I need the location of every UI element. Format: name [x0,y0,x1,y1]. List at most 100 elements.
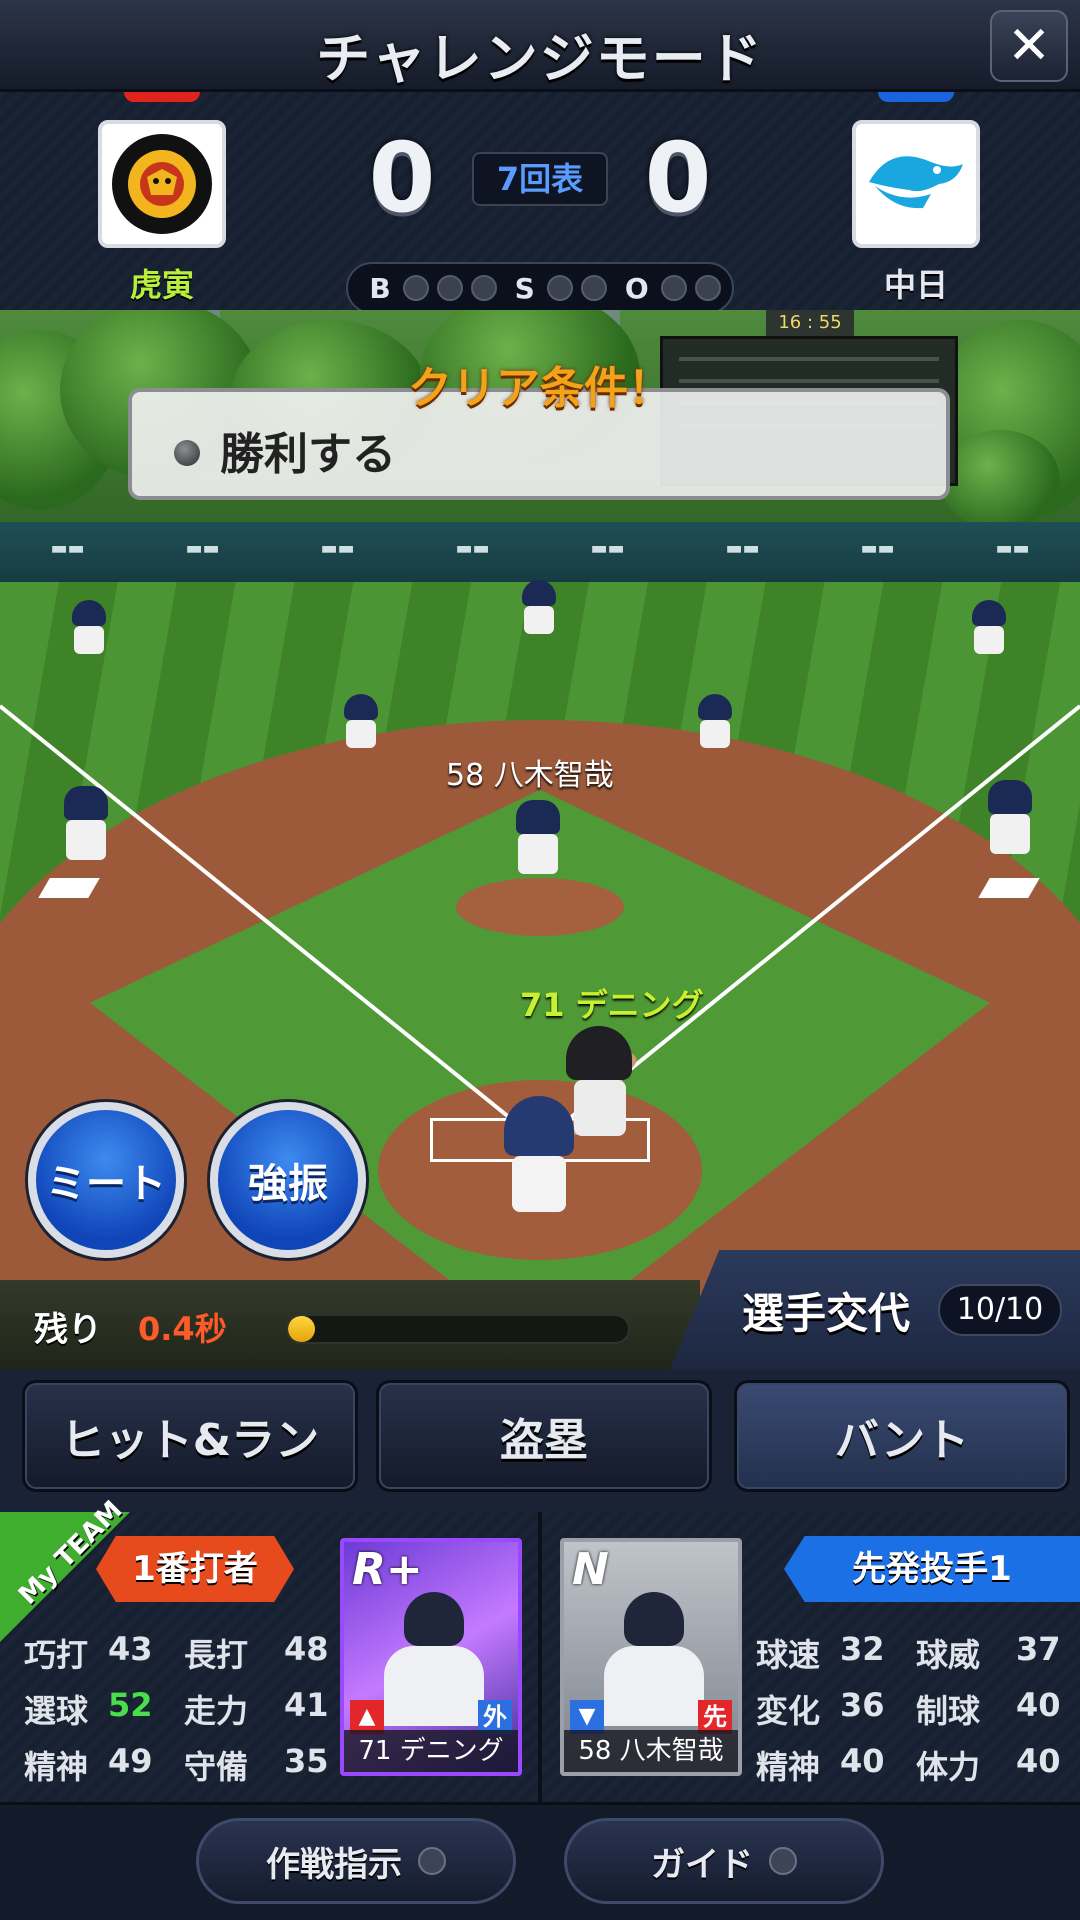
stat-label: 精神 [756,1748,821,1786]
strategy-indicator-icon [418,1847,446,1875]
position-badge: 先 [698,1700,732,1734]
page-title: チャレンジモード [316,27,764,90]
home-team-name: 虎寅 [129,266,194,304]
header-bar: チャレンジモード ✕ [0,0,1080,92]
time-remaining-value: 0.4秒 [138,1310,227,1348]
card-rarity: N [572,1544,609,1595]
close-button[interactable]: ✕ [990,10,1068,82]
stat-value: 37 [1016,1630,1061,1668]
pitcher-portrait [604,1592,704,1726]
home-team-accent [124,92,200,102]
card-rarity: R+ [352,1544,423,1595]
power-swing-button[interactable]: 強振 [210,1102,366,1258]
fielder-left [66,600,112,658]
outs-label: O [624,271,649,305]
stat-label: 体力 [916,1748,981,1786]
meet-swing-button[interactable]: ミート [28,1102,184,1258]
batter-stats: 巧打 43 長打 48 選球 52 走力 41 精神 49 守備 35 [24,1630,348,1788]
away-team-name: 中日 [883,266,948,304]
time-progress-fill [288,1316,316,1342]
stat-value: 41 [284,1686,329,1724]
strikes-label: S [514,271,535,305]
stat-value-highlight: 52 [108,1686,153,1724]
stat-label: 制球 [916,1692,981,1730]
stat-value: 35 [284,1742,329,1780]
stat-label: 走力 [184,1692,249,1730]
home-score: 0 [368,122,436,234]
pitcher-stats: 球速 32 球威 37 変化 36 制球 40 精神 40 体力 40 [756,1630,1080,1788]
close-icon: ✕ [1007,16,1051,76]
ball-light [436,275,463,301]
strategy-label: 作戦指示 [266,1844,402,1885]
stat-label: 守備 [184,1748,249,1786]
tigers-logo-icon [112,134,212,234]
stat-label: 球速 [756,1636,821,1674]
stat-label: 巧打 [24,1636,89,1674]
stat-value: 40 [1016,1686,1061,1724]
position-badge: 外 [478,1700,512,1734]
time-remaining-label: 残り [34,1310,102,1350]
time-progress-track [286,1314,630,1344]
substitution-label[interactable]: 選手交代 [742,1280,910,1341]
pitcher-card-name: 58 八木智哉 [564,1730,738,1772]
strike-light [580,275,607,301]
scoreboard: 虎寅 中日 0 7回表 0 B S O [0,92,1080,314]
fielder-right [966,600,1012,658]
out-light [694,275,721,301]
dragons-logo-icon [869,156,963,209]
condition-up-icon: ▲ [350,1700,384,1734]
stat-value: 40 [1016,1742,1061,1780]
batter-card-name: 71 デニング [344,1730,518,1772]
stat-value: 36 [840,1686,885,1724]
ball-strike-out-count: B S O [346,262,734,314]
tactics-bar: ヒット&ラン 盗塁 バント [0,1370,1080,1512]
fielder-center [516,580,562,638]
strategy-button[interactable]: 作戦指示 [196,1818,516,1904]
steal-label: 盗塁 [500,1415,588,1466]
away-team-logo [852,120,980,248]
guide-button[interactable]: ガイド [564,1818,884,1904]
steal-button[interactable]: 盗塁 [376,1380,712,1492]
bunt-label: バント [834,1415,970,1466]
ball-light [470,275,497,301]
stat-value: 40 [840,1742,885,1780]
stat-label: 選球 [24,1692,89,1730]
stat-label: 精神 [24,1748,89,1786]
panel-divider [538,1512,542,1802]
hit-and-run-button[interactable]: ヒット&ラン [22,1380,358,1492]
pitcher-role-tag: 先発投手1 [784,1536,1080,1602]
stat-value: 32 [840,1630,885,1668]
time-remaining-bar: 残り 0.4秒 [0,1280,700,1370]
guide-label: ガイド [651,1844,753,1885]
pitcher-card[interactable]: N ▼ 先 58 八木智哉 [560,1538,742,1776]
meet-swing-label: ミート [46,1161,166,1207]
bunt-button[interactable]: バント [734,1380,1070,1492]
stat-label: 長打 [184,1636,249,1674]
ball-light [402,275,429,301]
fielder-first-base [982,780,1038,858]
fielder-second-base [692,694,738,752]
batter-portrait [384,1592,484,1726]
batter-name-label: 71 デニング [520,986,704,1024]
catcher-figure [504,1096,574,1216]
batter-figure [566,1026,636,1136]
inning-indicator: 7回表 [472,152,608,206]
baseball-field: 16 : 55 勝利する クリア条件！ ▬▬ ▬▬ ▬▬ ▬▬ ▬▬ ▬▬ ▬▬ ▬▬ … [0,310,1080,1370]
hit-and-run-label: ヒット&ラン [60,1415,320,1466]
stat-label: 変化 [756,1692,821,1730]
stat-value: 49 [108,1742,153,1780]
batter-card[interactable]: R+ ▲ 外 71 デニング [340,1538,522,1776]
out-light [660,275,687,301]
batter-role-tag: 1番打者 [96,1536,294,1602]
fielder-shortstop [338,694,384,752]
stat-value: 43 [108,1630,153,1668]
away-team-accent [878,92,954,102]
away-score: 0 [644,122,712,234]
pitcher-figure [510,800,566,878]
stat-value: 48 [284,1630,329,1668]
pitcher-name-label: 58 八木智哉 [446,758,614,793]
home-team-logo [98,120,226,248]
condition-down-icon: ▼ [570,1700,604,1734]
substitution-count: 10/10 [938,1284,1062,1336]
fielder-third-base [58,786,114,864]
